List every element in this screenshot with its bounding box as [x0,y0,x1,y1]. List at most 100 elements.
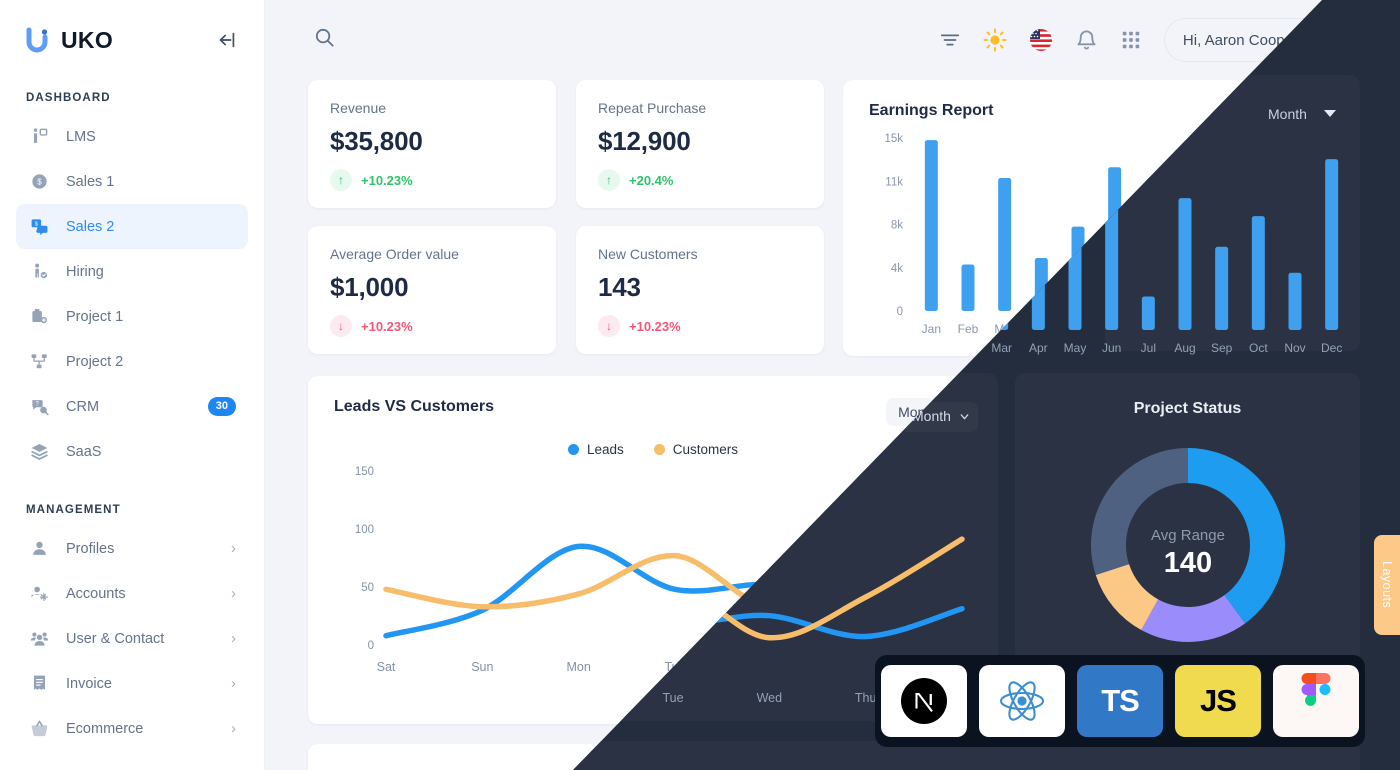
collapse-sidebar-icon[interactable] [216,29,238,51]
sidebar-item-saas[interactable]: SaaS [16,429,248,474]
greeting-text: Hi, Aaron Cooper [1182,31,1298,49]
stat-value: $12,900 [598,126,691,156]
sidebar-item-label: User & Contact [66,630,165,647]
sidebar-item-accounts[interactable]: Accounts › [16,571,248,616]
chevron-right-icon: › [231,540,236,557]
earnings-period-label: Month [1296,102,1335,118]
layouts-tab-label: Layouts [1380,561,1394,609]
sidebar-item-hiring[interactable]: Hiring [16,249,248,294]
legend-label: Leads [586,442,624,457]
sidebar-item-sales-2[interactable]: $ Sales 2 [16,204,248,249]
sidebar-item-ecommerce[interactable]: Ecommerce › [16,706,248,751]
stat-card-new-customers[interactable]: New Customers 143 ↓ +10.23% [576,226,824,354]
chevron-down-icon [949,409,958,415]
svg-text:Wed: Wed [759,660,785,674]
chevron-right-icon: › [231,630,236,647]
crm-icon: ? [28,396,50,418]
invoice-icon [28,673,50,695]
chevron-right-icon: › [231,675,236,692]
svg-text:Oct: Oct [1252,322,1271,336]
project-1-icon [28,306,50,328]
svg-text:4k: 4k [891,263,903,275]
sun-theme-icon[interactable] [983,28,1007,52]
svg-text:15k: 15k [884,133,903,145]
svg-text:Dec: Dec [1324,322,1345,336]
project-status-title: Project Status [1134,396,1242,413]
filter-lines-icon[interactable] [939,29,961,51]
svg-text:Aug: Aug [1177,322,1198,336]
svg-text:Mar: Mar [994,322,1015,336]
javascript-logo[interactable]: JS [1175,665,1261,737]
sidebar-item-crm[interactable]: ? CRM 30 [16,384,248,429]
sidebar-item-user-contact[interactable]: User & Contact › [16,616,248,661]
sidebar-item-profiles[interactable]: Profiles › [16,526,248,571]
stat-card-repeat-purchase[interactable]: Repeat Purchase $12,900 ↑ +20.4% [576,80,824,208]
uko-logo-icon [22,25,52,55]
user-avatar [1310,23,1344,57]
sidebar-item-sales-1[interactable]: $ Sales 1 [16,159,248,204]
typescript-logo-text: TS [1101,683,1140,718]
us-flag-icon[interactable] [1029,28,1053,52]
svg-text:Sat: Sat [377,660,396,674]
chevron-right-icon: › [231,720,236,737]
stat-delta: ↓ +10.23% [330,315,534,337]
chevron-right-icon: › [231,585,236,602]
svg-text:Mon: Mon [567,660,591,674]
stat-value: $35,800 [330,126,423,156]
javascript-logo-text: JS [1200,683,1237,718]
svg-text:Sep: Sep [1214,322,1236,336]
leads-period-dropdown[interactable]: Month [886,398,972,426]
tech-logos-strip: TS JS [875,655,1365,747]
svg-text:Nov: Nov [1287,322,1308,336]
legend-label: Customers [672,442,739,457]
figma-logo[interactable] [1273,665,1359,737]
earnings-title: Earnings Report [869,102,994,119]
sidebar-item-project-1[interactable]: Project 1 [16,294,248,339]
user-contact-icon [28,628,50,650]
sidebar-item-label: Sales 1 [66,173,115,190]
stat-delta: ↑ +20.4% [598,169,802,191]
svg-text:?: ? [35,401,39,408]
sidebar-item-project-2[interactable]: Project 2 [16,339,248,384]
stat-card-revenue[interactable]: Revenue $35,800 ↑ +10.23% [308,80,556,208]
svg-text:150: 150 [355,466,374,478]
stats-and-earnings-row: Revenue $35,800 ↑ +10.23% Repeat Purchas… [308,80,1385,356]
stat-card-average-order-value[interactable]: Average Order value $1,000 ↓ +10.23% [308,226,556,354]
typescript-logo[interactable]: TS [1077,665,1163,737]
sidebar-item-label: Project 1 [66,308,124,325]
react-logo[interactable] [979,665,1065,737]
sidebar-item-label: Invoice [66,675,112,692]
stat-title: Average Order value [330,246,459,262]
sidebar-item-label: Accounts [66,585,126,602]
sidebar-item-label: Profiles [66,540,115,557]
arrow-down-icon: ↓ [330,315,352,337]
earnings-period-dropdown[interactable]: Month [1296,102,1359,118]
sidebar-item-label: Ecommerce [66,720,144,737]
svg-text:50: 50 [361,582,374,594]
legend-item-leads: Leads [567,442,624,457]
leads-header: Leads VS Customers Month [334,398,972,426]
stat-delta-text: +10.23% [361,172,413,188]
bottom-placeholder-card [308,744,1355,770]
search-icon[interactable] [313,26,336,54]
user-menu-button[interactable]: Hi, Aaron Cooper [1163,18,1350,62]
nextjs-logo[interactable] [881,665,967,737]
layouts-tab[interactable]: Layouts [1374,535,1400,635]
caret-down-icon [1347,106,1359,114]
sidebar-item-lms[interactable]: LMS [16,114,248,159]
stat-delta: ↑ +10.23% [330,169,534,191]
sidebar-item-invoice[interactable]: Invoice › [16,661,248,706]
stat-title: Repeat Purchase [598,100,707,116]
brand-row: UKO [0,0,264,80]
topbar: Hi, Aaron Cooper [265,0,1400,80]
stat-title: Revenue [330,100,387,116]
arrow-down-icon: ↓ [598,315,620,337]
apps-grid-icon[interactable] [1120,29,1142,51]
project-2-icon [28,351,50,373]
ecommerce-icon [28,718,50,740]
leads-line-chart: 050100150SatSunMonTueWedThuFri [355,466,971,674]
arrow-up-icon: ↑ [598,169,620,191]
svg-text:$: $ [37,178,42,187]
bell-notification-icon[interactable] [1075,29,1098,52]
svg-text:Feb: Feb [958,322,979,336]
